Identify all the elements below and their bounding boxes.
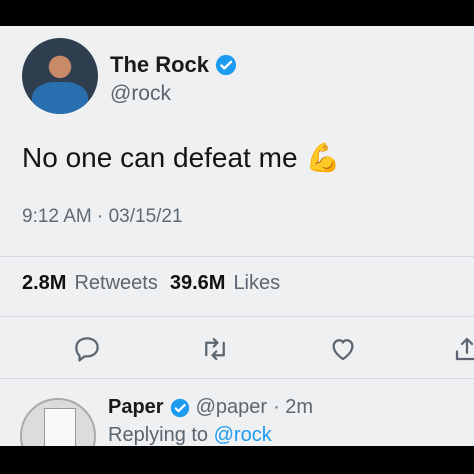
reply-time: · 2m <box>273 396 314 418</box>
reply-display-name[interactable]: Paper <box>108 396 164 419</box>
flexed-biceps-emoji: 💪 <box>305 142 341 173</box>
verified-badge-icon <box>215 54 237 76</box>
reply-name-row: Paper @paper · 2m <box>108 396 313 419</box>
retweets-label[interactable]: Retweets <box>74 272 157 295</box>
replying-to-mention[interactable]: @rock <box>214 424 272 446</box>
likes-count[interactable]: 39.6M <box>170 272 226 295</box>
retweets-count[interactable]: 2.8M <box>22 272 66 295</box>
replying-to-prefix: Replying to <box>108 424 209 446</box>
tweet-text-content: No one can defeat me <box>22 142 298 173</box>
reply-icon[interactable] <box>72 334 102 364</box>
reply-tweet[interactable]: Paper @paper · 2m Replying to @rock <box>0 392 474 446</box>
author-display-name[interactable]: The Rock <box>110 52 209 78</box>
share-icon[interactable] <box>452 334 474 364</box>
author-handle[interactable]: @rock <box>110 82 171 106</box>
retweet-icon[interactable] <box>200 334 230 364</box>
replying-to: Replying to @rock <box>108 424 272 446</box>
likes-label[interactable]: Likes <box>233 272 280 295</box>
divider <box>0 378 474 379</box>
tweet-text: No one can defeat me 💪 <box>22 142 340 174</box>
tweet-header: The Rock @rock <box>22 38 462 118</box>
tweet-actions <box>0 328 474 368</box>
divider <box>0 256 474 257</box>
verified-badge-icon <box>170 398 189 417</box>
author-avatar[interactable] <box>22 38 98 114</box>
reply-author-avatar[interactable] <box>20 398 96 446</box>
heart-icon[interactable] <box>328 334 358 364</box>
tweet-stats: 2.8M Retweets 39.6M Likes <box>22 272 284 295</box>
divider <box>0 316 474 317</box>
tweet-timestamp[interactable]: 9:12 AM · 03/15/21 <box>22 206 183 228</box>
tweet-screenshot: The Rock @rock No one can defeat me 💪 9:… <box>0 26 474 446</box>
reply-handle[interactable]: @paper <box>196 396 267 419</box>
author-name-row: The Rock <box>110 52 237 78</box>
